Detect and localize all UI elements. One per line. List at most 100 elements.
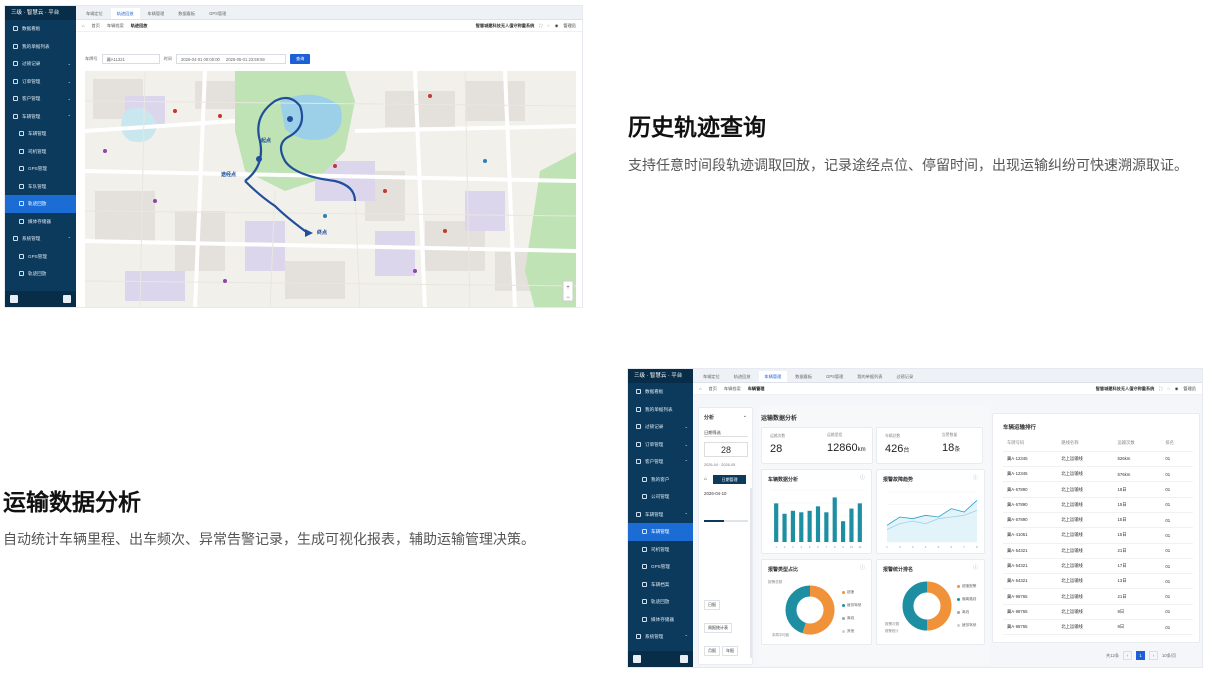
breadcrumb-item[interactable]: 车辆档案 [107,23,124,29]
sidebar-item[interactable]: 车辆档案 [628,576,693,594]
sidebar-footer [5,291,76,307]
table-row[interactable]: 冀A·12345 北上运输线 576km 01 [1003,466,1193,483]
breadcrumb-item[interactable]: 首页 [92,23,100,29]
sidebar-item[interactable]: 车辆管理 [628,523,693,541]
next-page-button[interactable]: › [1149,651,1159,660]
table-row[interactable]: 冀A·67890 北上运输线 18日 01 [1003,481,1193,498]
table-row[interactable]: 冀A·54321 北上运输线 17日 01 [1003,558,1193,575]
sidebar-item[interactable]: 我的单据列表 [5,38,76,56]
sidebar-item[interactable]: 订单管理 ⌄ [5,73,76,91]
table-row[interactable]: 冀A·41051 北上运输线 15日 01 [1003,527,1193,544]
sidebar-item[interactable]: GPS管理 [5,160,76,178]
info-icon[interactable]: ⓘ [860,474,865,481]
user-avatar[interactable]: ◉ [1175,386,1179,391]
sidebar-item[interactable]: 轨迹回放 [5,195,76,213]
table-row[interactable]: 冀A·98765 北上运输线 9日 01 [1003,619,1193,636]
tab-item[interactable]: 轨迹回放 [110,8,140,19]
collapse-icon[interactable] [680,655,688,663]
tab-item[interactable]: 我的单据列表 [851,371,888,382]
x-tick-label: 10 [850,545,854,549]
sidebar-item[interactable]: 车辆管理 ⌃ [5,108,76,126]
sidebar-item[interactable]: 司机管理 [628,541,693,559]
fullscreen-icon[interactable]: ⛶ [1159,386,1162,391]
period-tag[interactable]: 日报 [704,600,720,610]
fullscreen-icon[interactable]: ⛶ [539,23,542,28]
sidebar-item[interactable]: 数据看板 [628,383,693,401]
sidebar-item[interactable]: 媒体存储器 [628,611,693,629]
info-icon[interactable]: ⓘ [860,564,865,571]
sidebar-item[interactable]: 车队管理 [5,178,76,196]
table-row[interactable]: 冀A·54321 北上运输线 13日 01 [1003,573,1193,590]
period-tag[interactable]: 月报 [704,646,720,656]
user-avatar[interactable]: ◉ [555,23,559,28]
info-icon[interactable]: ⓘ [973,474,978,481]
tab-item[interactable]: 车辆定位 [697,371,726,382]
home-icon[interactable]: ⌂ [82,23,85,28]
sidebar-item[interactable]: GPS管理 [628,558,693,576]
sidebar-item[interactable]: 我的客户 [628,471,693,489]
sidebar-item[interactable]: 数据看板 [5,20,76,38]
tab-item[interactable]: 车辆定位 [80,8,109,19]
kpi-number: 28 [770,443,783,455]
tab-item[interactable]: 数据看板 [789,371,818,382]
table-row[interactable]: 冀A·98765 北上运输线 21日 01 [1003,588,1193,605]
sidebar-item[interactable]: GPS管理 [5,248,76,266]
table-row[interactable]: 冀A·12345 北上运输线 526km 01 [1003,451,1193,468]
sidebar-item[interactable]: 过磅记录 ⌄ [628,418,693,436]
breadcrumb-item[interactable]: 首页 [709,386,717,392]
user-name[interactable]: 管理员 [563,23,576,29]
settings-icon[interactable] [10,295,18,303]
sidebar-item[interactable]: 媒体存储器 [5,213,76,231]
bell-icon[interactable]: ◌ [547,23,550,28]
table-row[interactable]: 冀A·54321 北上运输线 21日 01 [1003,543,1193,559]
sidebar-item[interactable]: 客户管理 ⌄ [5,90,76,108]
tab-item[interactable]: 车辆管理 [142,8,171,19]
breadcrumb-item[interactable]: 车辆档案 [724,386,741,392]
table-row[interactable]: 冀A·67890 北上运输线 15日 01 [1003,497,1193,513]
collapse-icon[interactable] [63,295,71,303]
home-icon[interactable]: ⌂ [704,476,707,482]
period-tag[interactable]: 年报 [722,646,738,656]
date-manage-button[interactable]: 日期管理 [713,475,746,484]
sidebar-item[interactable]: 司机管理 [5,143,76,161]
legend-item: 偏离路线 [957,597,976,602]
tab-item[interactable]: GPS管理 [203,8,232,19]
tab-item[interactable]: 轨迹回放 [728,371,757,382]
tab-item[interactable]: GPS管理 [820,371,849,382]
date-select[interactable]: 日期筛选 [704,430,748,437]
tab-item[interactable]: 数据看板 [172,8,201,19]
info-icon[interactable]: ⓘ [973,564,978,571]
sidebar-item[interactable]: 车辆管理 ⌃ [628,506,693,524]
legend-label: 超速报警 [962,584,977,588]
tab-item[interactable]: 过磅记录 [890,371,919,382]
sidebar-item[interactable]: 过磅记录 ⌄ [5,55,76,73]
sidebar-item[interactable]: 我的单据列表 [628,401,693,419]
scrollbar[interactable] [750,488,752,658]
table-cell: 北上运输线 [1057,588,1114,605]
sidebar-item[interactable]: 公司管理 [628,488,693,506]
legend-label: 离线 [962,610,970,614]
sidebar-item[interactable]: 系统管理 ⌃ [628,628,693,646]
page-button[interactable]: 1 [1136,651,1146,660]
home-icon[interactable]: ⌂ [699,386,702,391]
time-range-input[interactable]: 2026-04-01 00:00:00 2026-05-01 23:59:59 [175,54,286,64]
user-name[interactable]: 管理员 [1183,386,1196,392]
page-size-select[interactable]: 10条/页 [1162,653,1176,659]
prev-page-button[interactable]: ‹ [1123,651,1133,660]
sidebar-item[interactable]: 轨迹回放 [628,593,693,611]
period-tag[interactable]: 周报统计表 [704,623,732,633]
sidebar-item[interactable]: 订单管理 ⌄ [628,436,693,454]
settings-icon[interactable] [633,655,641,663]
map-view[interactable]: + − 起点 终点 途经点 [85,71,576,307]
query-button[interactable]: 查询 [289,54,311,64]
bell-icon[interactable]: ◌ [1167,386,1170,391]
sidebar-item[interactable]: 客户管理 ⌃ [628,453,693,471]
sidebar-item[interactable]: 轨迹回放 [5,265,76,283]
table-row[interactable]: 冀A·67890 北上运输线 15日 01 [1003,512,1193,529]
sidebar-item[interactable]: 车辆管理 [5,125,76,143]
chevron-down-icon[interactable]: ⌄ [743,413,747,419]
table-row[interactable]: 冀A·98765 北上运输线 9日 01 [1003,604,1193,621]
tab-item[interactable]: 车辆管理 [758,371,788,382]
sidebar-item[interactable]: 系统管理 ⌃ [5,230,76,248]
plate-input[interactable]: 冀A11321 [101,54,160,64]
